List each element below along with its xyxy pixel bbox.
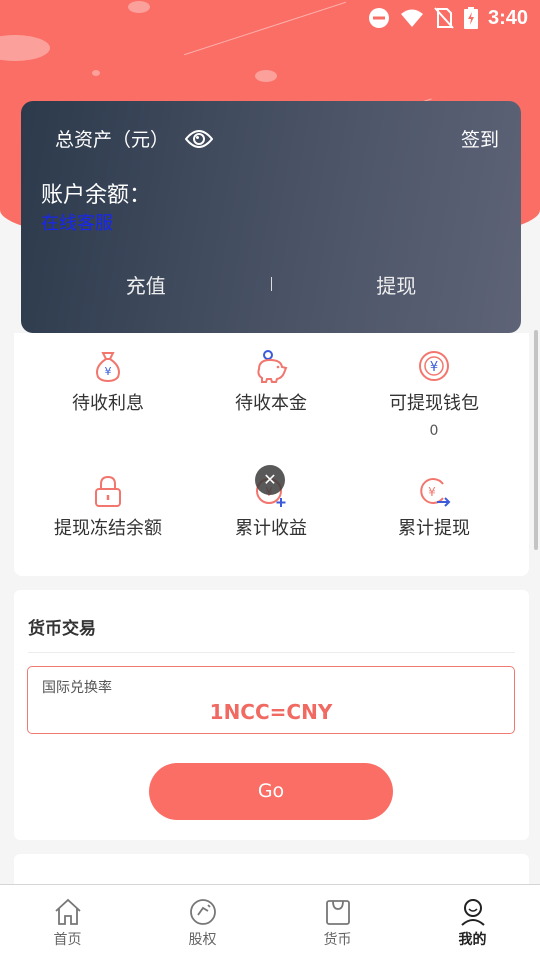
decor-bubble	[128, 1, 150, 13]
money-bag-icon: ¥	[96, 352, 120, 383]
scrollbar[interactable]	[534, 330, 538, 550]
stat-label: 累计收益	[235, 518, 307, 539]
stat-frozen-balance[interactable]: 提现冻结余额	[22, 474, 194, 540]
eye-icon[interactable]	[185, 129, 214, 149]
stat-total-withdrawn[interactable]: ¥ 累计提现	[348, 474, 520, 540]
card-actions: 充值 提现	[21, 269, 521, 299]
stat-label: 提现冻结余额	[54, 518, 162, 539]
tab-label: 首页	[53, 932, 82, 948]
wifi-icon	[400, 9, 423, 27]
trade-title: 货币交易	[28, 619, 96, 639]
tab-label: 我的	[458, 932, 487, 948]
status-bar: 3:40	[368, 6, 528, 30]
stat-label: 待收利息	[72, 393, 144, 414]
stat-pending-interest[interactable]: ¥ 待收利息	[22, 349, 194, 415]
status-time: 3:40	[487, 6, 528, 29]
no-sim-icon	[434, 7, 454, 29]
tab-equity[interactable]: 股权	[135, 885, 270, 960]
withdraw-button[interactable]: 提现	[272, 270, 522, 299]
total-assets-header: 总资产（元）	[55, 125, 214, 152]
bottom-tab-bar: 首页 股权 货币 我的	[0, 884, 540, 960]
battery-charging-icon	[463, 7, 478, 29]
equity-icon	[189, 899, 216, 925]
exchange-rate-value: 1NCC=CNY	[209, 700, 333, 724]
decor-streak	[184, 1, 346, 56]
tab-label: 股权	[188, 932, 217, 948]
exchange-rate-field[interactable]: 国际兑换率 1NCC=CNY	[27, 666, 515, 734]
stat-label: 累计提现	[398, 518, 470, 539]
floating-close-badge[interactable]: ✕	[255, 465, 285, 495]
stat-label: 待收本金	[235, 393, 307, 414]
stat-pending-principal[interactable]: 待收本金	[185, 349, 357, 415]
svg-text:¥: ¥	[430, 360, 438, 375]
do-not-disturb-icon	[368, 8, 389, 28]
decor-bubble	[255, 70, 277, 82]
online-service-link[interactable]: 在线客服	[41, 209, 113, 235]
checkin-button[interactable]: 签到	[461, 125, 499, 152]
stat-value: 0	[429, 423, 439, 439]
decor-bubble	[0, 35, 50, 61]
tab-currency[interactable]: 货币	[270, 885, 405, 960]
stat-label: 可提现钱包	[389, 393, 479, 414]
stat-withdrawable-wallet[interactable]: ¥ 可提现钱包 0	[348, 349, 520, 439]
piggy-bank-icon	[257, 350, 288, 383]
account-balance-label: 账户余额：	[41, 183, 152, 208]
total-assets-title: 总资产（元）	[55, 129, 170, 151]
svg-text:¥: ¥	[428, 485, 436, 499]
tab-home[interactable]: 首页	[0, 885, 135, 960]
tab-mine[interactable]: 我的	[405, 885, 540, 960]
decor-bubble	[92, 70, 100, 76]
go-button[interactable]: Go	[149, 763, 393, 820]
tab-label: 货币	[323, 932, 352, 948]
recharge-button[interactable]: 充值	[21, 270, 271, 299]
home-icon	[54, 898, 81, 925]
bag-icon	[325, 900, 350, 925]
yuan-coin-icon: ¥	[419, 351, 449, 381]
stats-grid: ¥ 待收利息 待收本金 ¥ 可提现钱包 0 提现冻结余额 ¥ 累计收益 ¥ 累计…	[14, 333, 529, 576]
lock-icon	[95, 475, 121, 507]
user-icon	[460, 899, 485, 926]
svg-text:¥: ¥	[105, 365, 112, 378]
asset-card: 总资产（元） 签到 账户余额： 在线客服 充值 提现	[21, 101, 521, 333]
currency-trade-card: 货币交易 国际兑换率 1NCC=CNY Go	[14, 590, 529, 840]
coin-arrow-icon: ¥	[420, 478, 451, 507]
exchange-rate-label: 国际兑换率	[42, 680, 112, 696]
divider	[28, 652, 515, 653]
